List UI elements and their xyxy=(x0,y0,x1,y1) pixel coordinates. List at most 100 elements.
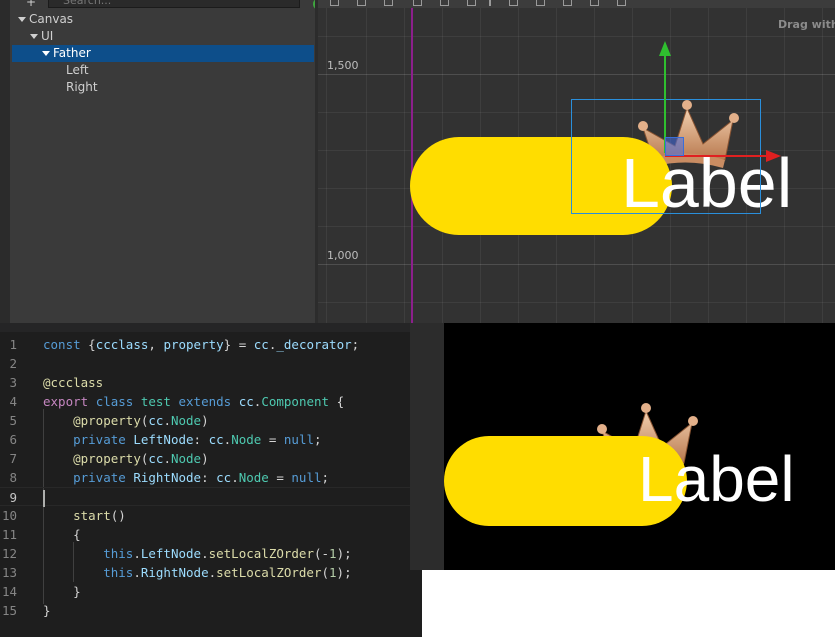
line-number: 12 xyxy=(1,546,17,561)
code-token: ccclass xyxy=(95,337,149,352)
code-token: : xyxy=(193,432,209,447)
text-cursor xyxy=(43,490,45,507)
code-token: @ccclass xyxy=(43,375,104,390)
code-token: , xyxy=(148,337,164,352)
code-token: (- xyxy=(313,546,330,561)
code-line[interactable]: 4 export class test extends cc.Component … xyxy=(0,392,422,411)
code-token: extends xyxy=(178,394,232,409)
code-line[interactable]: 13 this.RightNode.setLocalZOrder(1); xyxy=(0,563,422,582)
code-line[interactable]: 14 } xyxy=(0,582,422,601)
code-line[interactable]: 9 xyxy=(0,487,422,506)
align-bottom-icon[interactable] xyxy=(590,0,599,6)
code-text: } xyxy=(43,601,51,620)
code-line[interactable]: 10 start() xyxy=(0,506,422,525)
code-line[interactable]: 8 private RightNode: cc.Node = null; xyxy=(0,468,422,487)
code-token: @property xyxy=(73,413,141,428)
line-number: 8 xyxy=(9,470,17,485)
line-number: 1 xyxy=(9,337,17,352)
align-middle-icon[interactable] xyxy=(563,0,572,6)
scene-view[interactable]: 1,500 1,000 Drag with Label xyxy=(318,0,835,323)
code-token: { xyxy=(329,394,345,409)
hierarchy-panel: + Search... Canvas UI Father Left Right xyxy=(0,0,318,323)
code-token: } = xyxy=(223,337,254,352)
code-token: . xyxy=(201,546,209,561)
code-line[interactable]: 15} xyxy=(0,601,422,620)
tree-item-right[interactable]: Right xyxy=(66,79,98,96)
code-token: class xyxy=(95,394,134,409)
code-line[interactable]: 6 private LeftNode: cc.Node = null; xyxy=(0,430,422,449)
code-line[interactable]: 3 @ccclass xyxy=(0,373,422,392)
line-number: 5 xyxy=(9,413,17,428)
code-token: ( xyxy=(321,565,330,580)
code-token: } xyxy=(43,584,81,599)
code-token: cc xyxy=(253,337,269,352)
code-token: ; xyxy=(314,432,322,447)
code-text: @property(cc.Node) xyxy=(43,449,209,468)
code-text: } xyxy=(43,582,81,601)
code-line[interactable]: 11 { xyxy=(0,525,422,544)
scale-tool-icon[interactable] xyxy=(384,0,393,6)
code-token: property xyxy=(163,337,224,352)
expand-arrow-icon[interactable] xyxy=(42,51,50,56)
align-top-icon[interactable] xyxy=(536,0,545,6)
code-line[interactable]: 2 xyxy=(0,354,422,373)
align-right-icon[interactable] xyxy=(509,0,518,6)
rotate-tool-icon[interactable] xyxy=(357,0,366,6)
code-token: ; xyxy=(351,337,360,352)
line-number: 3 xyxy=(9,375,17,390)
code-token: cc xyxy=(148,413,164,428)
line-number: 6 xyxy=(9,432,17,447)
align-center-icon[interactable] xyxy=(489,0,491,6)
code-token: = xyxy=(261,432,284,447)
search-input[interactable]: Search... xyxy=(48,0,300,8)
tree-item-left[interactable]: Left xyxy=(66,62,89,79)
label-preview: Label xyxy=(638,443,795,515)
expand-arrow-icon[interactable] xyxy=(30,34,38,39)
anchor-tool-icon[interactable] xyxy=(440,0,449,6)
code-editor[interactable]: 1 const {ccclass, property} = cc._decorat… xyxy=(0,323,422,637)
code-token: ) xyxy=(201,451,209,466)
code-text: @ccclass xyxy=(43,373,103,392)
code-token: cc xyxy=(148,451,164,466)
anchor-handle[interactable] xyxy=(665,137,684,156)
tree-item-father[interactable]: Father xyxy=(12,45,314,62)
code-token: 1 xyxy=(329,546,337,561)
expand-arrow-icon[interactable] xyxy=(18,17,26,22)
preview-gutter xyxy=(410,323,444,570)
code-token: cc xyxy=(216,470,232,485)
move-tool-icon[interactable] xyxy=(330,0,339,6)
code-token: export xyxy=(43,394,89,409)
design-resolution-line xyxy=(411,8,413,323)
code-line[interactable]: 12 this.LeftNode.setLocalZOrder(-1); xyxy=(0,544,422,563)
grid-line xyxy=(318,302,835,303)
add-node-icon[interactable]: + xyxy=(26,0,36,9)
code-line[interactable]: 1 const {ccclass, property} = cc._decorat… xyxy=(0,335,422,354)
code-token: setLocalZOrder xyxy=(216,565,322,580)
code-token: . xyxy=(163,451,171,466)
code-text: this.LeftNode.setLocalZOrder(-1); xyxy=(43,544,351,563)
code-token: Node xyxy=(170,413,202,428)
code-token: () xyxy=(110,508,126,523)
rect-tool-icon[interactable] xyxy=(413,0,422,6)
line-number: 15 xyxy=(1,603,17,618)
align-left-icon[interactable] xyxy=(467,0,476,6)
code-token: : xyxy=(201,470,217,485)
grid-line xyxy=(822,8,823,323)
distribute-icon[interactable] xyxy=(617,0,626,6)
code-line[interactable]: 5 @property(cc.Node) xyxy=(0,411,422,430)
code-token: cc xyxy=(238,394,254,409)
code-token: cc xyxy=(208,432,224,447)
code-line[interactable]: 7 @property(cc.Node) xyxy=(0,449,422,468)
tree-item-label: Canvas xyxy=(29,12,74,26)
panel-edge xyxy=(0,0,10,323)
tree-item-label: Father xyxy=(53,46,91,60)
tree-item-canvas[interactable]: Canvas xyxy=(18,11,73,28)
tree-item-ui[interactable]: UI xyxy=(30,28,53,45)
code-token: { xyxy=(43,527,81,542)
